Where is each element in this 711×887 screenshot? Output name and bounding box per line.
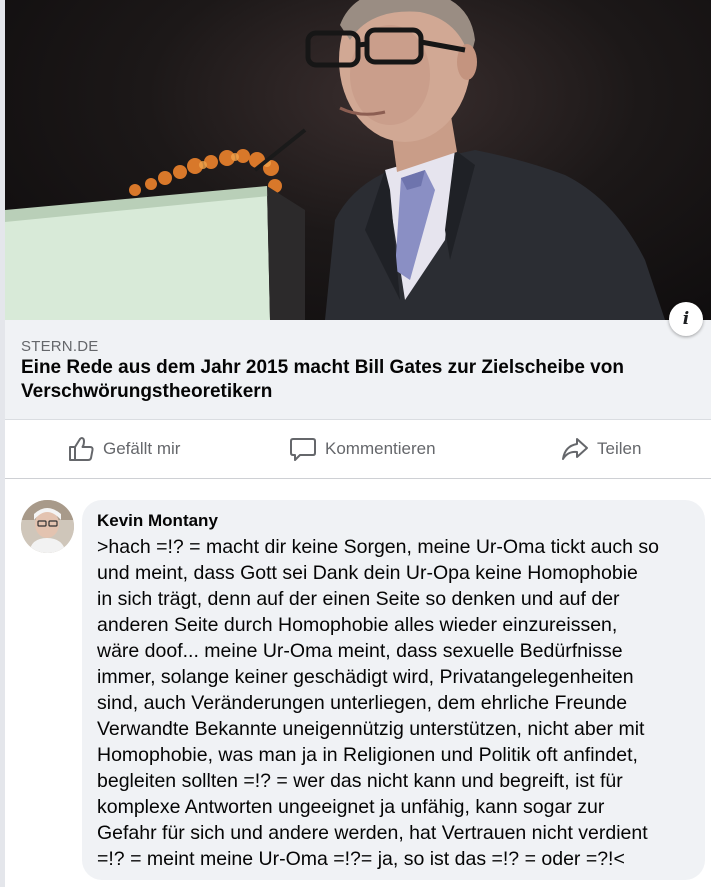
post-action-bar: Gefällt mir Kommentieren Teilen [5,420,711,479]
avatar[interactable] [21,500,74,553]
comment-bubble: Kevin Montany >hach =!? = macht dir kein… [82,500,705,880]
share-button[interactable]: Teilen [561,434,641,464]
profile-photo [21,500,74,553]
comment-author[interactable]: Kevin Montany [97,511,218,531]
info-icon[interactable]: i [669,302,703,336]
link-caption[interactable]: STERN.DE Eine Rede aus dem Jahr 2015 mac… [5,320,711,420]
like-label: Gefällt mir [103,439,181,458]
link-preview-image[interactable] [5,0,711,320]
thumbs-up-icon [67,436,95,462]
like-button[interactable]: Gefällt mir [67,434,180,464]
comment-button[interactable]: Kommentieren [289,434,436,464]
link-domain: STERN.DE [21,338,99,355]
speaker-at-podium-photo [5,0,665,320]
share-label: Teilen [597,439,642,458]
comment-text: >hach =!? = macht dir keine Sorgen, mein… [97,536,659,870]
link-title[interactable]: Eine Rede aus dem Jahr 2015 macht Bill G… [21,356,661,404]
share-arrow-icon [561,436,589,462]
comment-label: Kommentieren [325,439,436,458]
speech-bubble-icon [289,436,317,462]
